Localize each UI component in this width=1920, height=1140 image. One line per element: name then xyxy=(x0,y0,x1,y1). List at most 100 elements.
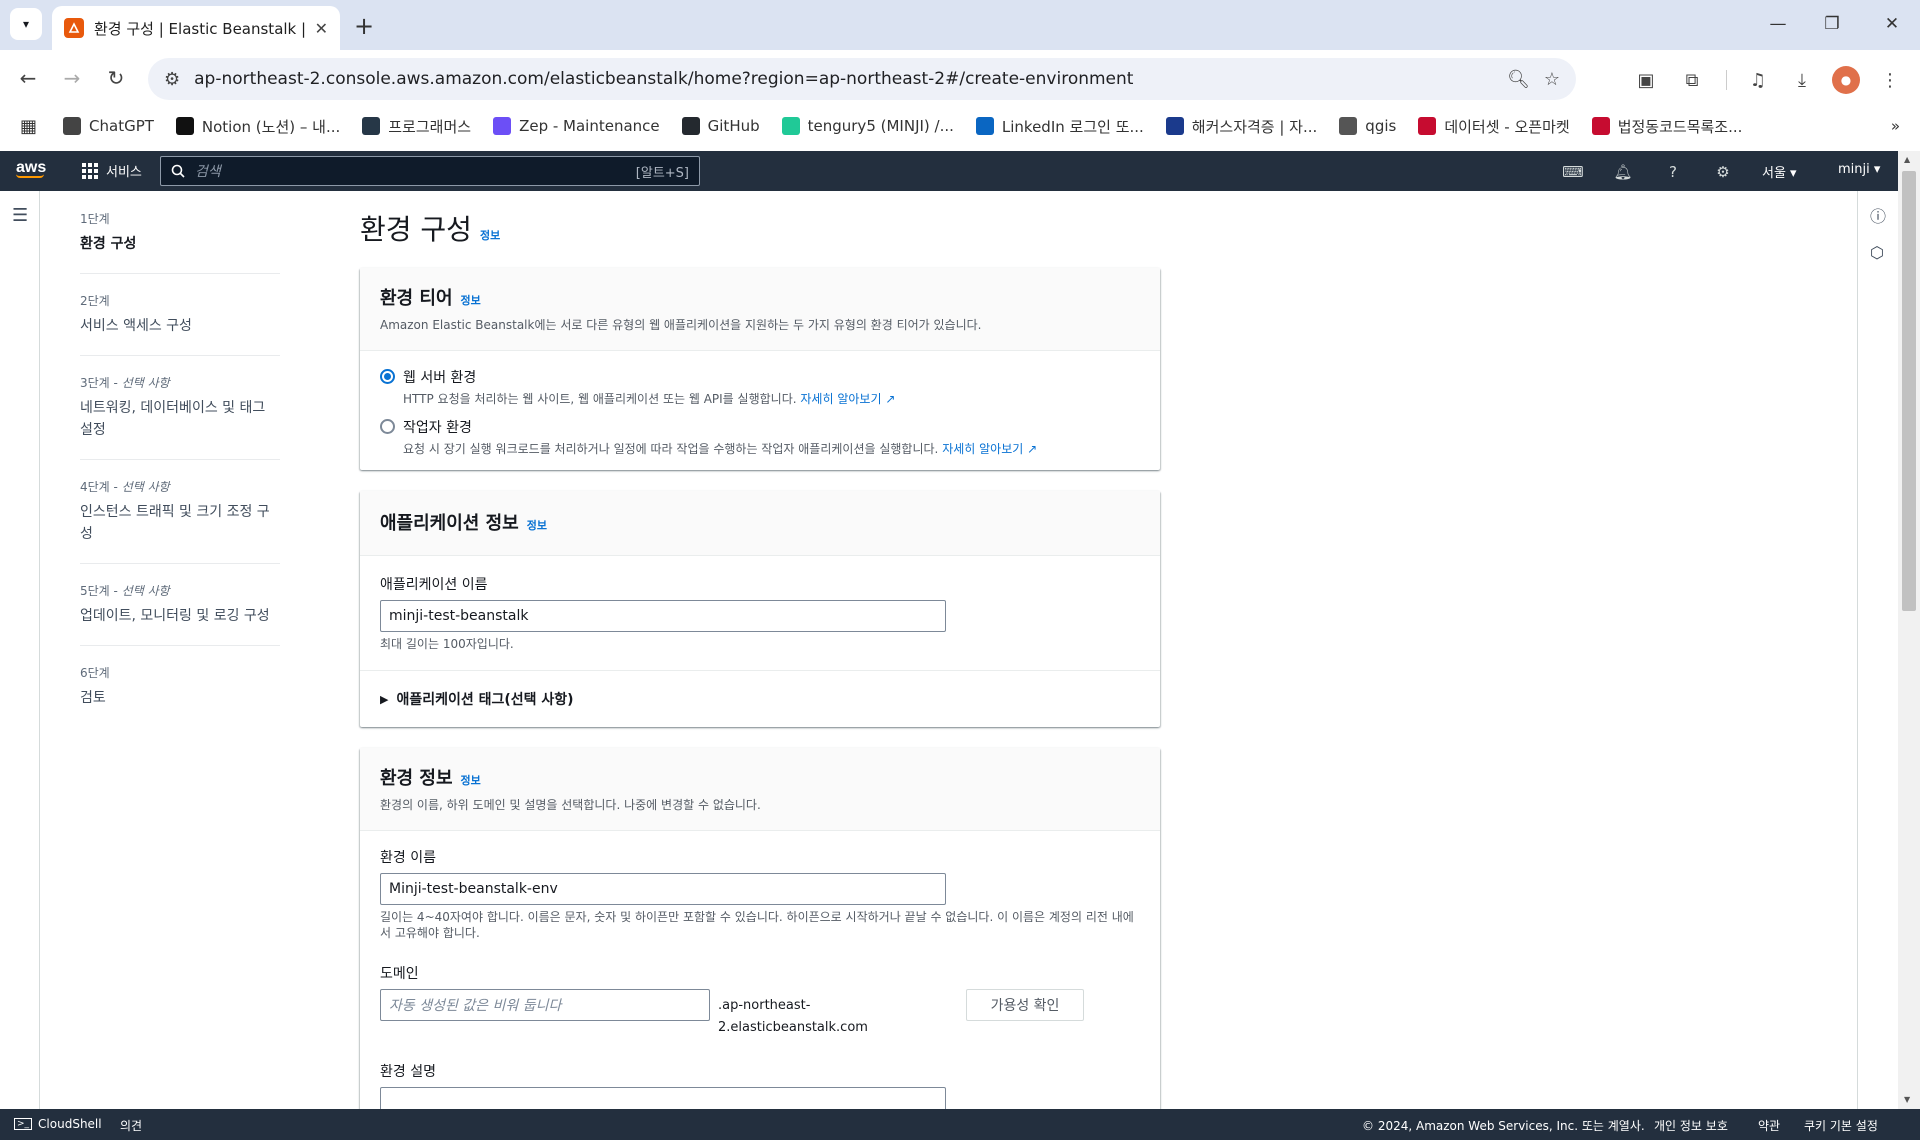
account-menu[interactable]: minji ▾ xyxy=(1838,162,1880,177)
folder-icon xyxy=(1339,117,1358,135)
check-availability-button[interactable]: 가용성 확인 xyxy=(966,989,1084,1021)
wizard-step[interactable]: 6단계 검토 xyxy=(80,664,280,727)
address-bar[interactable]: ⚙ ap-northeast-2.console.aws.amazon.com/… xyxy=(148,58,1576,100)
programmers-icon xyxy=(362,117,381,135)
back-button[interactable]: ← xyxy=(10,60,46,96)
bookmark-item[interactable]: ChatGPT xyxy=(63,117,154,135)
application-info-panel: 애플리케이션 정보 정보 애플리케이션 이름 minji-test-beansta… xyxy=(360,491,1160,727)
hexagon-icon[interactable]: ⬡ xyxy=(1870,243,1884,262)
site-info-icon[interactable]: ⚙ xyxy=(164,69,180,90)
bookmark-item[interactable]: LinkedIn 로그인 또... xyxy=(975,116,1144,137)
info-link[interactable]: 정보 xyxy=(527,517,547,533)
info-panel-icon[interactable]: ⓘ xyxy=(1870,203,1886,227)
panel-title: 애플리케이션 정보 xyxy=(380,513,519,534)
apps-grid-icon[interactable]: ▦ xyxy=(20,116,37,137)
services-menu[interactable]: 서비스 xyxy=(82,161,142,180)
cloudshell-button[interactable]: >_ CloudShell xyxy=(14,1117,102,1131)
cookie-preferences-link[interactable]: 쿠키 기본 설정 xyxy=(1804,1117,1878,1134)
forward-button[interactable]: → xyxy=(54,60,90,96)
step-number: 6단계 xyxy=(80,664,280,681)
browser-menu-icon[interactable]: ⋮ xyxy=(1876,66,1904,94)
minimize-button[interactable]: — xyxy=(1758,8,1798,40)
region-selector[interactable]: 서울 ▾ xyxy=(1762,162,1797,181)
new-tab-button[interactable]: + xyxy=(348,10,380,42)
wizard-step[interactable]: 5단계 - 선택 사항업데이트, 모니터링 및 로깅 구성 xyxy=(80,582,280,646)
info-link[interactable]: 정보 xyxy=(480,227,500,243)
tools-rail: ⓘ ⬡ xyxy=(1857,191,1897,1109)
step-number-text: 3단계 - xyxy=(80,376,122,390)
bookmark-star-icon[interactable]: ☆ xyxy=(1544,69,1560,90)
aws-footer: >_ CloudShell 의견 © 2024, Amazon Web Servi… xyxy=(0,1109,1920,1140)
bookmark-item[interactable]: Zep - Maintenance xyxy=(493,117,660,135)
profile-avatar[interactable]: ● xyxy=(1832,66,1860,94)
step-label: 업데이트, 모니터링 및 로깅 구성 xyxy=(80,608,270,624)
wizard-step[interactable]: 4단계 - 선택 사항 인스턴스 트래픽 및 크기 조정 구성 xyxy=(80,478,280,564)
scrollbar-thumb[interactable] xyxy=(1902,171,1916,611)
application-name-input[interactable]: minji-test-beanstalk xyxy=(380,600,946,632)
step-number-text: 5단계 - xyxy=(80,584,122,598)
bookmark-label: 데이터셋 - 오픈마켓 xyxy=(1444,117,1570,136)
external-link-icon: ↗ xyxy=(885,392,896,406)
worker-radio[interactable]: 작업자 환경 요청 시 장기 실행 워크로드를 처리하거나 일정에 따라 작업을… xyxy=(380,417,1140,457)
bookmark-item[interactable]: GitHub xyxy=(681,117,760,135)
browser-tab-active[interactable]: 환경 구성 | Elastic Beanstalk | a ✕ xyxy=(52,6,340,50)
privacy-link[interactable]: 개인 정보 보호 xyxy=(1654,1117,1728,1134)
info-link[interactable]: 정보 xyxy=(461,772,481,788)
tab-search-button[interactable]: ▾ xyxy=(10,8,42,40)
download-icon[interactable]: ⤓ xyxy=(1788,66,1816,94)
feedback-link[interactable]: 의견 xyxy=(120,1117,142,1134)
notifications-bell-icon[interactable]: 🔔︎ xyxy=(1612,161,1634,183)
environment-name-input[interactable]: Minji-test-beanstalk-env xyxy=(380,873,946,905)
domain-input[interactable]: 자동 생성된 값은 비워 둡니다 xyxy=(380,989,710,1021)
cloudshell-icon[interactable]: ⌨ xyxy=(1562,161,1584,183)
close-window-button[interactable]: ✕ xyxy=(1872,8,1912,40)
scroll-down-icon[interactable]: ▼ xyxy=(1904,1095,1910,1104)
learn-more-link[interactable]: 자세히 알아보기 xyxy=(800,392,881,406)
bookmark-label: GitHub xyxy=(707,117,760,135)
bookmark-item[interactable]: 법정동코드목록조... xyxy=(1591,116,1742,137)
bookmark-item[interactable]: 프로그래머스 xyxy=(362,116,471,137)
bookmark-item[interactable]: qgis xyxy=(1339,117,1396,135)
bookmark-item[interactable]: 해커스자격증 | 자... xyxy=(1165,116,1317,137)
domain-suffix-line1: .ap-northeast- xyxy=(718,998,811,1013)
aws-logo[interactable]: aws xyxy=(16,159,46,178)
wizard-step[interactable]: 3단계 - 선택 사항 네트워킹, 데이터베이스 및 태그 설정 xyxy=(80,374,280,460)
page-scrollbar[interactable]: ▲ ▼ xyxy=(1898,151,1920,1109)
learn-more-link[interactable]: 자세히 알아보기 xyxy=(942,442,1023,456)
reload-button[interactable]: ↻ xyxy=(98,60,134,96)
scroll-up-icon[interactable]: ▲ xyxy=(1904,155,1910,164)
info-link[interactable]: 정보 xyxy=(461,292,481,308)
wizard-step[interactable]: 2단계 서비스 액세스 구성 xyxy=(80,292,280,356)
settings-gear-icon[interactable]: ⚙ xyxy=(1712,161,1734,183)
extensions-icon[interactable]: ⧉ xyxy=(1678,66,1706,94)
help-icon[interactable]: ? xyxy=(1662,161,1684,183)
aws-search-input[interactable]: 검색 [알트+S] xyxy=(160,156,700,186)
reading-list-icon[interactable]: ▣ xyxy=(1632,66,1660,94)
application-tags-expander[interactable]: ▶ 애플리케이션 태그(선택 사항) xyxy=(360,670,1160,727)
web-server-radio[interactable]: 웹 서버 환경 HTTP 요청을 처리하는 웹 사이트, 웹 애플리케이션 또는… xyxy=(380,367,1140,407)
more-bookmarks-icon[interactable]: » xyxy=(1891,117,1900,135)
bookmark-label: 프로그래머스 xyxy=(388,117,472,136)
hamburger-menu-icon[interactable]: ☰ xyxy=(12,205,28,226)
external-link-icon: ↗ xyxy=(1027,442,1038,456)
close-tab-icon[interactable]: ✕ xyxy=(315,19,328,38)
step-optional: 선택 사항 xyxy=(121,480,170,494)
step-number: 5단계 - 선택 사항 xyxy=(80,582,280,599)
media-control-icon[interactable]: ♫ xyxy=(1744,66,1772,94)
aws-top-navigation: aws 서비스 검색 [알트+S] ⌨ 🔔︎ ? ⚙ 서울 ▾ minji ▾ xyxy=(0,151,1920,191)
restore-button[interactable]: ❐ xyxy=(1812,8,1852,40)
velog-icon xyxy=(781,117,800,135)
wizard-step: 1단계 환경 구성 xyxy=(80,210,280,274)
radio-unselected-icon[interactable] xyxy=(380,419,395,434)
bookmark-item[interactable]: 데이터셋 - 오픈마켓 xyxy=(1418,116,1570,137)
korea-gov-icon xyxy=(1418,117,1437,135)
search-placeholder: 검색 xyxy=(195,164,221,180)
radio-selected-icon[interactable] xyxy=(380,369,395,384)
toolbar-divider xyxy=(1726,70,1727,90)
radio-label: 작업자 환경 xyxy=(403,420,472,436)
bookmark-item[interactable]: Notion (노션) – 내... xyxy=(175,116,340,137)
bookmark-item[interactable]: tengury5 (MINJI) /... xyxy=(781,117,954,135)
zoom-icon[interactable]: 🔍︎ xyxy=(1507,69,1530,90)
bookmark-label: Zep - Maintenance xyxy=(519,117,660,135)
terms-link[interactable]: 약관 xyxy=(1758,1117,1780,1134)
